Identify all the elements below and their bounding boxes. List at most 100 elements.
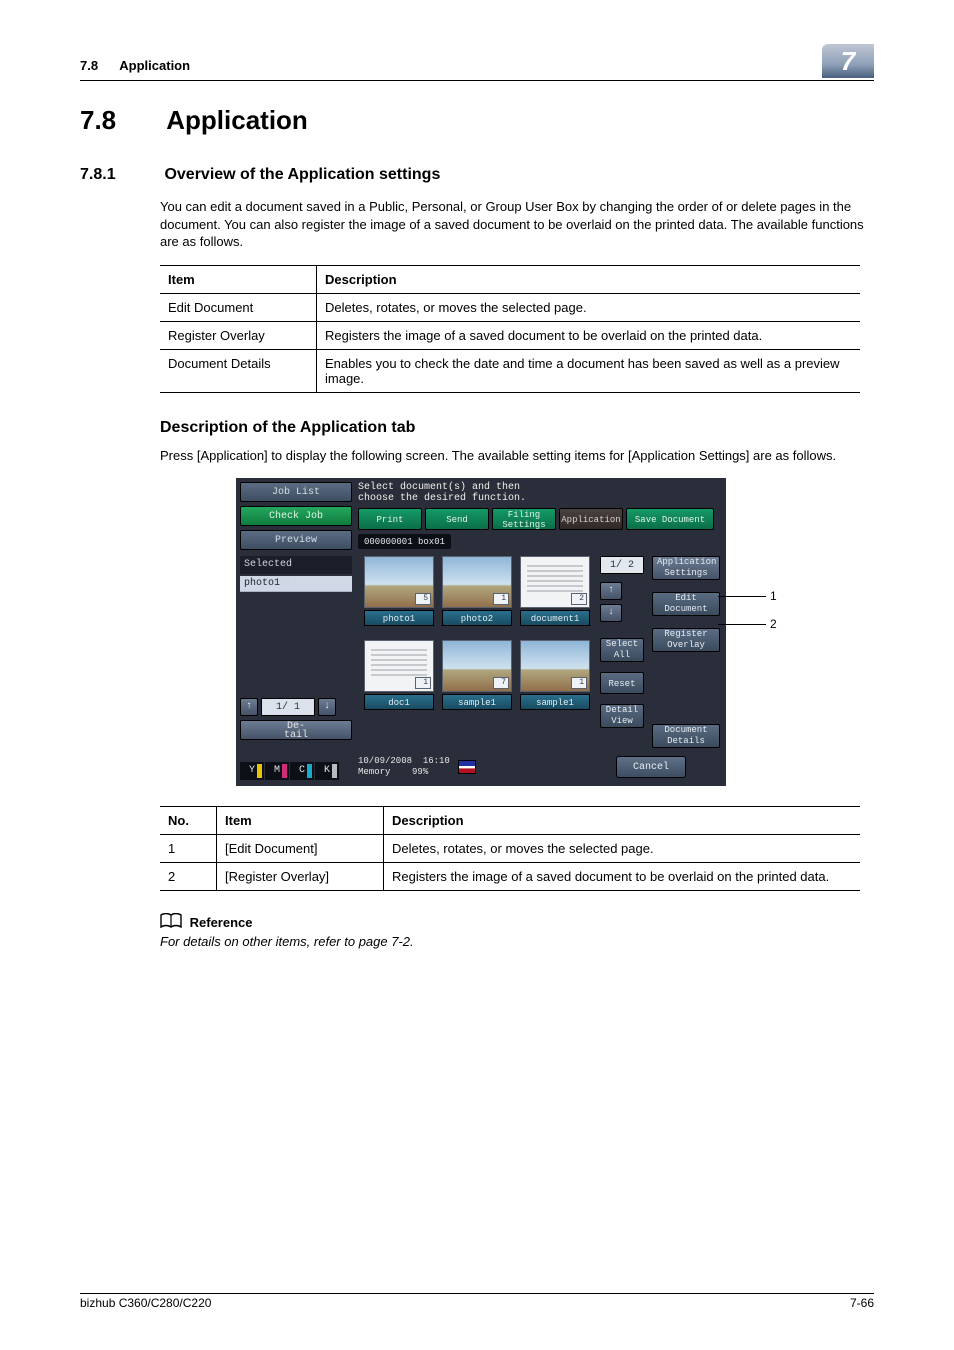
table-row: Document Details Enables you to check th…: [160, 349, 860, 392]
thumb-count: 1: [493, 593, 509, 605]
thumb-caption: photo1: [364, 610, 434, 626]
toner-m-icon: M: [265, 762, 289, 780]
register-overlay-button[interactable]: Register Overlay: [652, 628, 720, 652]
language-flag-icon[interactable]: [458, 760, 476, 774]
thumb-photo1[interactable]: 5 photo1: [364, 556, 434, 632]
page-title: 7.8 Application: [80, 105, 874, 136]
thumb-count: 5: [415, 593, 431, 605]
right-sidebar: 1/ 2 ↑ ↓ Select All Reset Detail View Ap…: [600, 556, 720, 754]
page-down-button[interactable]: ↓: [318, 698, 336, 716]
select-all-button[interactable]: Select All: [600, 638, 644, 662]
document-details-button[interactable]: Document Details: [652, 724, 720, 748]
tab-filing-settings[interactable]: Filing Settings: [492, 508, 556, 530]
tab-save-document[interactable]: Save Document: [626, 508, 714, 530]
tab-send[interactable]: Send: [425, 508, 489, 530]
table1-r2-c2: Registers the image of a saved document …: [317, 321, 861, 349]
callout-1: 1: [770, 589, 777, 603]
toner-indicator: Y M C K: [240, 762, 339, 780]
table-row: 1 [Edit Document] Deletes, rotates, or m…: [160, 835, 860, 863]
cancel-button[interactable]: Cancel: [616, 756, 686, 778]
status-bar: 10/09/2008 16:10 Memory 99%: [358, 754, 476, 780]
table2-head-desc: Description: [384, 807, 861, 835]
table2-r2-c1: 2: [160, 863, 217, 891]
left-sidebar: Job List Check Job Preview Selected Docu…: [240, 482, 352, 740]
subheading-app-tab: Description of the Application tab: [160, 419, 874, 437]
table2-r1-c1: 1: [160, 835, 217, 863]
detail-view-button[interactable]: Detail View: [600, 704, 644, 728]
tab-print[interactable]: Print: [358, 508, 422, 530]
tab-application[interactable]: Application: [559, 508, 623, 530]
edit-document-button[interactable]: Edit Document: [652, 592, 720, 616]
page-up-button[interactable]: ↑: [240, 698, 258, 716]
header-section-name: Application: [119, 58, 190, 73]
breadcrumb: 000000001 box01: [358, 534, 451, 549]
numbered-description-table: No. Item Description 1 [Edit Document] D…: [160, 806, 860, 891]
table1-r3-c1: Document Details: [160, 349, 317, 392]
grid-down-button[interactable]: ↓: [600, 604, 622, 622]
detail-button[interactable]: De- tail: [240, 720, 352, 740]
table1-head-item: Item: [160, 265, 317, 293]
para-app-tab: Press [Application] to display the follo…: [160, 447, 874, 465]
table2-r1-c2: [Edit Document]: [217, 835, 384, 863]
thumb-count: 7: [493, 677, 509, 689]
footer-right: 7-66: [850, 1296, 874, 1310]
application-settings-button[interactable]: Application Settings: [652, 556, 720, 580]
thumb-count: 1: [571, 677, 587, 689]
intro-paragraph: You can edit a document saved in a Publi…: [160, 198, 874, 251]
table1-r1-c2: Deletes, rotates, or moves the selected …: [317, 293, 861, 321]
job-list-button[interactable]: Job List: [240, 482, 352, 502]
thumb-caption: sample1: [442, 694, 512, 710]
thumbnail-grid: 5 photo1 1 photo2 2 document1 1 doc1 7: [364, 556, 590, 716]
thumb-sample1b[interactable]: 1 sample1: [520, 640, 590, 716]
table1-r2-c1: Register Overlay: [160, 321, 317, 349]
status-memory-value: 99%: [412, 767, 428, 777]
table-row: Register Overlay Registers the image of …: [160, 321, 860, 349]
status-memory-label: Memory: [358, 767, 390, 777]
thumb-doc1[interactable]: 1 doc1: [364, 640, 434, 716]
thumb-caption: sample1: [520, 694, 590, 710]
book-icon: [160, 913, 182, 932]
preview-button[interactable]: Preview: [240, 530, 352, 550]
footer-left: bizhub C360/C280/C220: [80, 1296, 211, 1310]
table-row: Edit Document Deletes, rotates, or moves…: [160, 293, 860, 321]
check-job-button[interactable]: Check Job: [240, 506, 352, 526]
status-time: 16:10: [423, 756, 450, 766]
status-date: 10/09/2008: [358, 756, 412, 766]
table1-r1-c1: Edit Document: [160, 293, 317, 321]
toner-c-icon: C: [290, 762, 314, 780]
subsection-text: Overview of the Application settings: [164, 166, 440, 183]
thumb-document1[interactable]: 2 document1: [520, 556, 590, 632]
thumb-photo2[interactable]: 1 photo2: [442, 556, 512, 632]
reset-button[interactable]: Reset: [600, 672, 644, 694]
table1-r3-c2: Enables you to check the date and time a…: [317, 349, 861, 392]
reference-title: Reference: [190, 915, 253, 930]
title-number: 7.8: [80, 105, 160, 136]
table2-r2-c2: [Register Overlay]: [217, 863, 384, 891]
thumb-caption: photo2: [442, 610, 512, 626]
thumb-sample1a[interactable]: 7 sample1: [442, 640, 512, 716]
table2-head-no: No.: [160, 807, 217, 835]
side-pager: ↑ 1/ 1 ↓: [240, 698, 352, 716]
header-section-no: 7.8: [80, 58, 98, 73]
grid-up-button[interactable]: ↑: [600, 582, 622, 600]
grid-page-indicator: 1/ 2: [600, 556, 644, 574]
page-footer: bizhub C360/C280/C220 7-66: [80, 1293, 874, 1310]
item-description-table: Item Description Edit Document Deletes, …: [160, 265, 860, 393]
instruction-text: Select document(s) and then choose the d…: [358, 482, 526, 504]
selected-documents-label: Selected Documents: [240, 556, 352, 574]
table2-head-item: Item: [217, 807, 384, 835]
toner-k-icon: K: [315, 762, 339, 780]
table-row: 2 [Register Overlay] Registers the image…: [160, 863, 860, 891]
thumb-caption: doc1: [364, 694, 434, 710]
table2-r2-c3: Registers the image of a saved document …: [384, 863, 861, 891]
side-page-indicator: 1/ 1: [261, 698, 315, 716]
device-panel: Job List Check Job Preview Selected Docu…: [236, 478, 726, 786]
subsection-title: 7.8.1 Overview of the Application settin…: [80, 166, 874, 184]
title-text: Application: [166, 105, 308, 135]
reference-block: Reference For details on other items, re…: [160, 913, 874, 949]
chapter-badge: 7: [822, 44, 874, 78]
reference-body: For details on other items, refer to pag…: [160, 934, 874, 949]
tab-bar: Print Send Filing Settings Application S…: [358, 508, 714, 530]
subsection-number: 7.8.1: [80, 166, 160, 184]
thumb-count: 1: [415, 677, 431, 689]
